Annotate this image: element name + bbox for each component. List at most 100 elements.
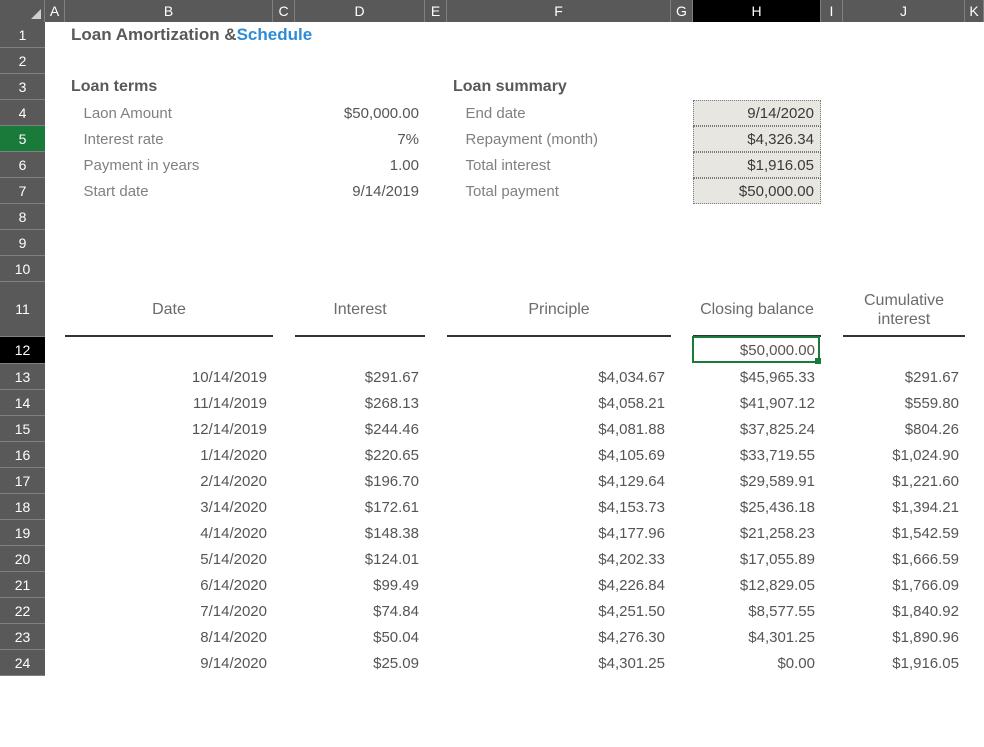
select-all-corner[interactable] (0, 0, 45, 22)
schedule-date[interactable]: 6/14/2020 (65, 572, 273, 598)
row-header-9[interactable]: 9 (0, 230, 45, 256)
schedule-interest[interactable]: $148.38 (295, 520, 425, 546)
schedule-interest[interactable]: $50.04 (295, 624, 425, 650)
schedule-closing[interactable]: $12,829.05 (693, 572, 821, 598)
row-header-7[interactable]: 7 (0, 178, 45, 204)
column-header-B[interactable]: B (65, 0, 273, 22)
schedule-closing[interactable]: $17,055.89 (693, 546, 821, 572)
column-header-G[interactable]: G (671, 0, 693, 22)
row-header-11[interactable]: 11 (0, 282, 45, 337)
row-header-5[interactable]: 5 (0, 126, 45, 152)
column-header-D[interactable]: D (295, 0, 425, 22)
schedule-date[interactable]: 3/14/2020 (65, 494, 273, 520)
schedule-principle[interactable]: $4,177.96 (447, 520, 671, 546)
schedule-interest[interactable]: $124.01 (295, 546, 425, 572)
loan-summary-value[interactable]: $1,916.05 (693, 152, 821, 178)
row-header-8[interactable]: 8 (0, 204, 45, 230)
schedule-date[interactable]: 12/14/2019 (65, 416, 273, 442)
row-header-17[interactable]: 17 (0, 468, 45, 494)
loan-summary-value[interactable]: $50,000.00 (693, 178, 821, 204)
column-header-K[interactable]: K (965, 0, 984, 22)
row-header-2[interactable]: 2 (0, 48, 45, 74)
row-header-13[interactable]: 13 (0, 364, 45, 390)
row-header-22[interactable]: 22 (0, 598, 45, 624)
row-header-14[interactable]: 14 (0, 390, 45, 416)
row-header-19[interactable]: 19 (0, 520, 45, 546)
row-header-10[interactable]: 10 (0, 256, 45, 282)
column-header-F[interactable]: F (447, 0, 671, 22)
column-header-E[interactable]: E (425, 0, 447, 22)
schedule-principle[interactable]: $4,081.88 (447, 416, 671, 442)
schedule-closing[interactable]: $41,907.12 (693, 390, 821, 416)
schedule-interest[interactable]: $172.61 (295, 494, 425, 520)
schedule-date[interactable]: 4/14/2020 (65, 520, 273, 546)
schedule-date[interactable]: 8/14/2020 (65, 624, 273, 650)
schedule-cumulative[interactable]: $1,890.96 (843, 624, 965, 650)
column-header-J[interactable]: J (843, 0, 965, 22)
loan-term-value[interactable]: $50,000.00 (295, 100, 425, 126)
loan-summary-value[interactable]: 9/14/2020 (693, 100, 821, 126)
schedule-date[interactable]: 7/14/2020 (65, 598, 273, 624)
schedule-cumulative[interactable]: $1,666.59 (843, 546, 965, 572)
column-header-I[interactable]: I (821, 0, 843, 22)
schedule-principle[interactable]: $4,034.67 (447, 364, 671, 390)
schedule-principle[interactable]: $4,226.84 (447, 572, 671, 598)
column-header-H[interactable]: H (693, 0, 821, 22)
schedule-principle[interactable]: $4,129.64 (447, 468, 671, 494)
schedule-cumulative[interactable]: $1,766.09 (843, 572, 965, 598)
schedule-cumulative[interactable]: $1,542.59 (843, 520, 965, 546)
schedule-interest[interactable]: $196.70 (295, 468, 425, 494)
schedule-cumulative[interactable]: $1,916.05 (843, 650, 965, 676)
loan-term-value[interactable]: 1.00 (295, 152, 425, 178)
schedule-closing[interactable]: $45,965.33 (693, 364, 821, 390)
schedule-closing[interactable]: $21,258.23 (693, 520, 821, 546)
row-header-20[interactable]: 20 (0, 546, 45, 572)
schedule-closing[interactable]: $25,436.18 (693, 494, 821, 520)
schedule-cumulative[interactable]: $1,221.60 (843, 468, 965, 494)
schedule-interest[interactable]: $99.49 (295, 572, 425, 598)
schedule-date[interactable]: 9/14/2020 (65, 650, 273, 676)
schedule-closing[interactable]: $4,301.25 (693, 624, 821, 650)
schedule-interest[interactable]: $244.46 (295, 416, 425, 442)
schedule-date[interactable]: 1/14/2020 (65, 442, 273, 468)
schedule-closing[interactable]: $29,589.91 (693, 468, 821, 494)
schedule-date[interactable]: 5/14/2020 (65, 546, 273, 572)
schedule-cumulative[interactable]: $559.80 (843, 390, 965, 416)
schedule-interest[interactable]: $291.67 (295, 364, 425, 390)
row-header-23[interactable]: 23 (0, 624, 45, 650)
row-header-4[interactable]: 4 (0, 100, 45, 126)
schedule-interest[interactable]: $268.13 (295, 390, 425, 416)
spreadsheet[interactable]: ABCDEFGHIJK 1234567891011121314151617181… (0, 0, 984, 747)
schedule-principle[interactable]: $4,301.25 (447, 650, 671, 676)
row-header-1[interactable]: 1 (0, 22, 45, 48)
schedule-date[interactable]: 11/14/2019 (65, 390, 273, 416)
loan-term-value[interactable]: 7% (295, 126, 425, 152)
schedule-principle[interactable]: $4,202.33 (447, 546, 671, 572)
schedule-closing[interactable]: $0.00 (693, 650, 821, 676)
row-header-15[interactable]: 15 (0, 416, 45, 442)
schedule-cumulative[interactable]: $1,840.92 (843, 598, 965, 624)
grid-area[interactable]: Loan Amortization & ScheduleLoan terms L… (45, 22, 984, 747)
row-header-16[interactable]: 16 (0, 442, 45, 468)
schedule-cumulative[interactable]: $291.67 (843, 364, 965, 390)
schedule-closing[interactable]: $37,825.24 (693, 416, 821, 442)
schedule-interest[interactable]: $220.65 (295, 442, 425, 468)
schedule-closing[interactable]: $8,577.55 (693, 598, 821, 624)
schedule-principle[interactable]: $4,153.73 (447, 494, 671, 520)
schedule-closing[interactable]: $33,719.55 (693, 442, 821, 468)
loan-summary-value[interactable]: $4,326.34 (693, 126, 821, 152)
column-header-C[interactable]: C (273, 0, 295, 22)
schedule-principle[interactable]: $4,251.50 (447, 598, 671, 624)
schedule-principle[interactable]: $4,276.30 (447, 624, 671, 650)
loan-term-value[interactable]: 9/14/2019 (295, 178, 425, 204)
schedule-cumulative[interactable]: $1,024.90 (843, 442, 965, 468)
schedule-cumulative[interactable]: $804.26 (843, 416, 965, 442)
schedule-interest[interactable]: $25.09 (295, 650, 425, 676)
row-header-24[interactable]: 24 (0, 650, 45, 676)
schedule-cumulative[interactable]: $1,394.21 (843, 494, 965, 520)
column-header-A[interactable]: A (45, 0, 65, 22)
schedule-principle[interactable]: $4,105.69 (447, 442, 671, 468)
row-header-12[interactable]: 12 (0, 337, 45, 364)
schedule-date[interactable]: 10/14/2019 (65, 364, 273, 390)
schedule-interest[interactable]: $74.84 (295, 598, 425, 624)
